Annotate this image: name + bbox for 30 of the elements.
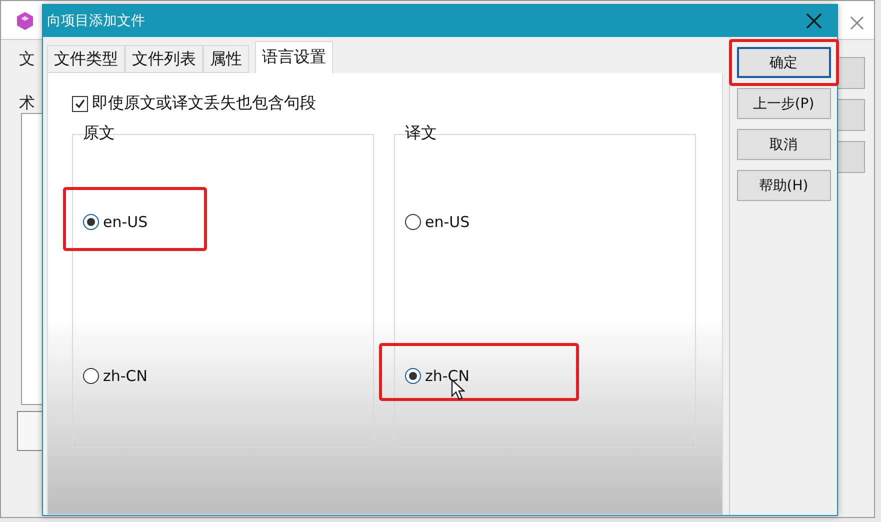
window-title: 向项目添加文件 (47, 12, 146, 30)
button[interactable] (837, 99, 865, 131)
radio-button[interactable] (83, 368, 99, 384)
radio-label: zh-CN (103, 367, 148, 385)
radio-button[interactable] (83, 214, 99, 230)
radio-button[interactable] (405, 214, 421, 230)
tab-fragment: 文 (19, 49, 35, 70)
tab[interactable]: 语言设置 (255, 41, 333, 73)
dialog-button[interactable]: 帮助(H) (736, 170, 830, 201)
radio-label: en-US (425, 213, 470, 231)
dialog-button[interactable]: 上一步(P) (736, 88, 830, 119)
tab[interactable]: 属性 (203, 45, 249, 73)
radio-label: zh-CN (425, 367, 470, 385)
button[interactable] (837, 57, 865, 89)
group-title: 译文 (404, 123, 438, 144)
radio-label: en-US (103, 213, 148, 231)
group-title: 原文 (82, 123, 116, 144)
tab[interactable]: 文件列表 (125, 45, 203, 73)
tab[interactable]: 文件类型 (47, 45, 125, 73)
close-icon (805, 12, 823, 30)
dialog-button[interactable]: 取消 (736, 129, 830, 160)
checkbox-label: 即使原文或译文丢失也包含句段 (92, 93, 316, 114)
radio-button[interactable] (405, 368, 421, 384)
button[interactable] (837, 141, 865, 173)
cube-icon (15, 11, 35, 31)
label-fragment: 术 (19, 93, 35, 114)
dialog-button[interactable]: 确定 (736, 47, 830, 78)
check-icon (74, 98, 86, 110)
close-icon[interactable] (849, 15, 865, 31)
checkbox[interactable] (72, 96, 88, 112)
